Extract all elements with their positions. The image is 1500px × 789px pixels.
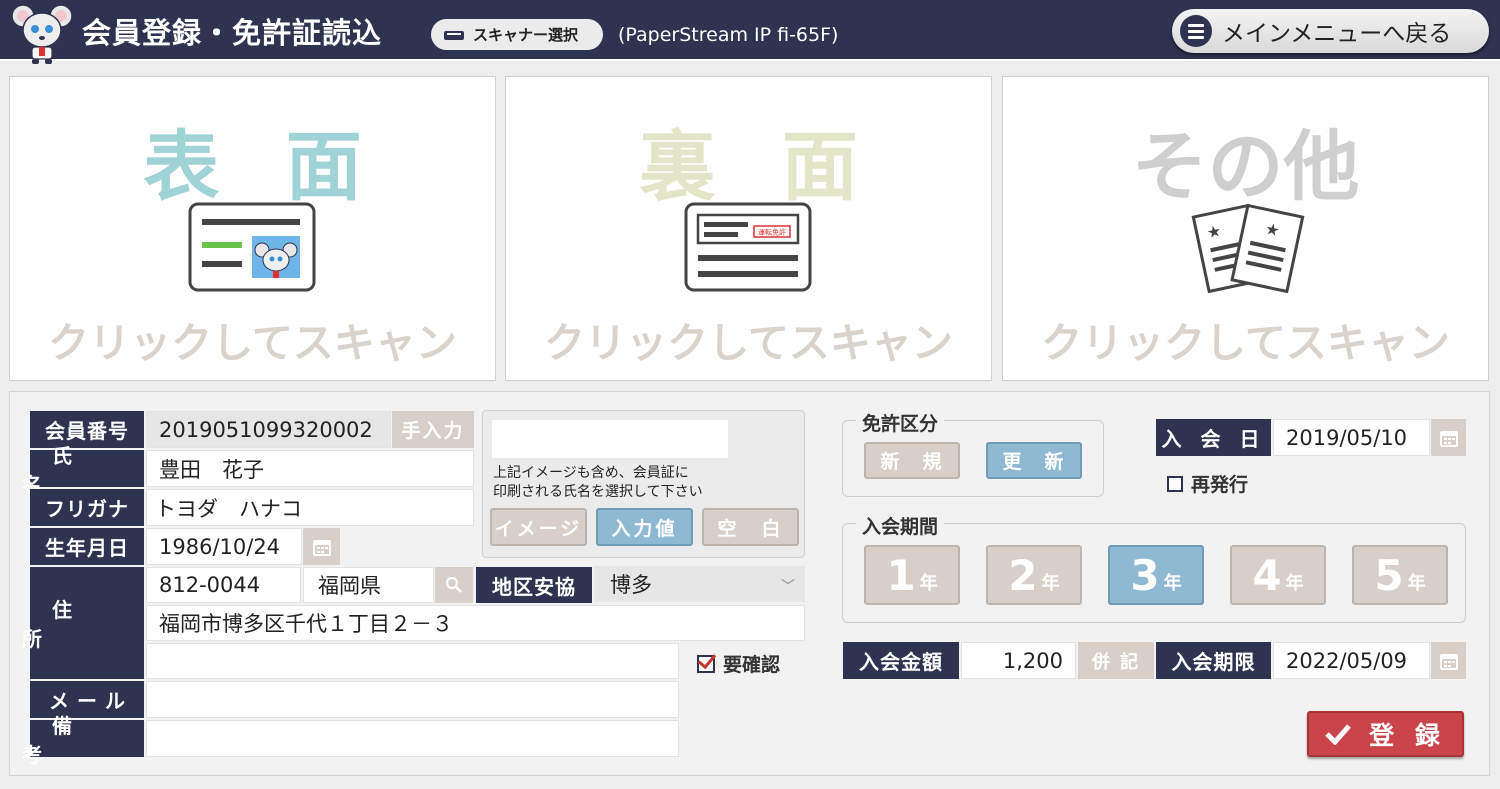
district-select[interactable]: 博多 ﹀ <box>594 566 805 602</box>
scan-back-title: 裏 面 <box>639 122 878 211</box>
expiry-field[interactable]: 2022/05/09 <box>1273 642 1430 679</box>
scan-back-panel[interactable]: 裏 面 運転免許 クリックしてスキャン <box>505 76 992 381</box>
birthdate-calendar-button[interactable] <box>303 528 340 565</box>
period-4-year-button[interactable]: 4年 <box>1230 545 1326 605</box>
period-2-value: 2 <box>1008 550 1038 600</box>
name-choice-note: 上記イメージも含め、会員証に 印刷される氏名を選択して下さい <box>493 464 703 502</box>
stamp-text: 運転免許 <box>758 228 786 237</box>
period-5-value: 5 <box>1374 550 1404 600</box>
period-5-year-button[interactable]: 5年 <box>1352 545 1448 605</box>
year-unit: 年 <box>919 573 938 594</box>
calendar-icon <box>1439 653 1458 670</box>
choice-blank-button[interactable]: 空 白 <box>702 508 799 546</box>
calendar-icon <box>312 539 331 556</box>
scan-other-panel[interactable]: その他 ★ ★ クリックしてスキャン <box>1002 76 1489 381</box>
period-title: 入会期間 <box>856 512 945 539</box>
address-search-button[interactable] <box>435 567 473 603</box>
license-renew-button[interactable]: 更 新 <box>986 442 1082 479</box>
district-label: 地区安協 <box>476 567 592 603</box>
mascot-logo <box>11 4 73 64</box>
register-button[interactable]: 登 録 <box>1307 711 1464 757</box>
checkmark-icon <box>1325 724 1352 745</box>
fee-label: 入会金額 <box>843 642 959 679</box>
name-field[interactable]: 豊田 花子 <box>146 450 474 487</box>
district-select-value: 博多 <box>610 573 652 597</box>
fee-note-button[interactable]: 併 記 <box>1078 642 1154 679</box>
calendar-icon <box>1439 430 1458 447</box>
reissue-checkbox[interactable]: 再発行 <box>1167 470 1248 497</box>
year-unit: 年 <box>1407 573 1426 594</box>
member-no-field[interactable]: 2019051099320002 <box>146 411 391 448</box>
hamburger-icon <box>1180 15 1212 47</box>
period-1-value: 1 <box>886 550 916 600</box>
scanner-select-label: スキャナー選択 <box>473 26 579 44</box>
name-choice-note-line1: 上記イメージも含め、会員証に <box>493 465 689 481</box>
scan-front-panel[interactable]: 表 面 クリックしてスキャン <box>9 76 496 381</box>
license-type-title: 免許区分 <box>856 409 945 436</box>
checkbox-unchecked-icon <box>1167 475 1183 492</box>
name-label: 氏 名 <box>22 443 152 497</box>
needs-confirm-label: 要確認 <box>723 654 781 676</box>
name-print-choice: 上記イメージも含め、会員証に 印刷される氏名を選択して下さい イメージ 入力値 … <box>482 410 805 558</box>
checkbox-checked-icon <box>697 654 715 673</box>
choice-image-button[interactable]: イメージ <box>490 508 587 546</box>
expiry-label: 入会期限 <box>1156 642 1271 679</box>
manual-input-button[interactable]: 手入力 <box>392 411 474 448</box>
join-date-label: 入 会 日 <box>1156 419 1271 456</box>
address-line1-field[interactable]: 福岡市博多区千代１丁目２－３ <box>146 605 805 641</box>
join-date-field[interactable]: 2019/05/10 <box>1273 419 1430 456</box>
scanner-select-button[interactable]: スキャナー選択 <box>431 19 603 50</box>
main-menu-label: メインメニューへ戻る <box>1222 21 1452 47</box>
year-unit: 年 <box>1041 573 1060 594</box>
furigana-field[interactable]: トヨダ ハナコ <box>146 489 474 526</box>
prefecture-field[interactable]: 福岡県 <box>303 567 434 603</box>
join-date-calendar-button[interactable] <box>1431 419 1466 456</box>
year-unit: 年 <box>1163 573 1182 594</box>
notes-label: 備 考 <box>22 713 152 767</box>
email-field[interactable] <box>146 681 679 718</box>
period-1-year-button[interactable]: 1年 <box>864 545 960 605</box>
birthdate-label: 生年月日 <box>30 528 144 565</box>
name-image-preview <box>492 420 728 458</box>
scan-front-caption: クリックしてスキャン <box>48 319 457 367</box>
address-line2-field[interactable] <box>146 643 679 679</box>
header-divider <box>0 59 1500 61</box>
period-2-year-button[interactable]: 2年 <box>986 545 1082 605</box>
scanner-model-text: (PaperStream IP fi-65F) <box>618 24 839 46</box>
birthdate-field[interactable]: 1986/10/24 <box>146 528 302 565</box>
period-3-value: 3 <box>1130 550 1160 600</box>
scan-other-caption: クリックしてスキャン <box>1041 319 1450 367</box>
scanner-icon <box>444 30 464 40</box>
license-back-icon: 運転免許 <box>684 202 812 292</box>
scan-front-title: 表 面 <box>143 122 382 211</box>
license-front-icon <box>188 202 316 292</box>
name-choice-note-line2: 印刷される氏名を選択して下さい <box>493 484 703 500</box>
register-label: 登 録 <box>1369 721 1446 750</box>
period-3-year-button[interactable]: 3年 <box>1108 545 1204 605</box>
license-new-button[interactable]: 新 規 <box>864 442 960 479</box>
notes-field[interactable] <box>146 720 679 757</box>
reissue-label: 再発行 <box>1191 474 1249 496</box>
search-icon <box>445 576 462 593</box>
period-4-value: 4 <box>1252 550 1282 600</box>
documents-icon: ★ ★ <box>1191 203 1305 294</box>
choice-input-button[interactable]: 入力値 <box>596 508 693 546</box>
scan-back-caption: クリックしてスキャン <box>544 319 953 367</box>
expiry-calendar-button[interactable] <box>1431 642 1466 679</box>
scan-other-title: その他 <box>1131 122 1360 211</box>
page-title: 会員登録・免許証読込 <box>82 16 383 50</box>
chevron-down-icon: ﹀ <box>781 579 795 595</box>
main-menu-button[interactable]: メインメニューへ戻る <box>1172 9 1489 53</box>
needs-confirm-checkbox[interactable]: 要確認 <box>697 650 780 677</box>
fee-field[interactable]: 1,200 <box>961 642 1076 679</box>
address-label: 住 所 <box>22 567 144 679</box>
year-unit: 年 <box>1285 573 1304 594</box>
furigana-label: フリガナ <box>30 489 144 526</box>
postal-code-field[interactable]: 812-0044 <box>146 567 301 603</box>
